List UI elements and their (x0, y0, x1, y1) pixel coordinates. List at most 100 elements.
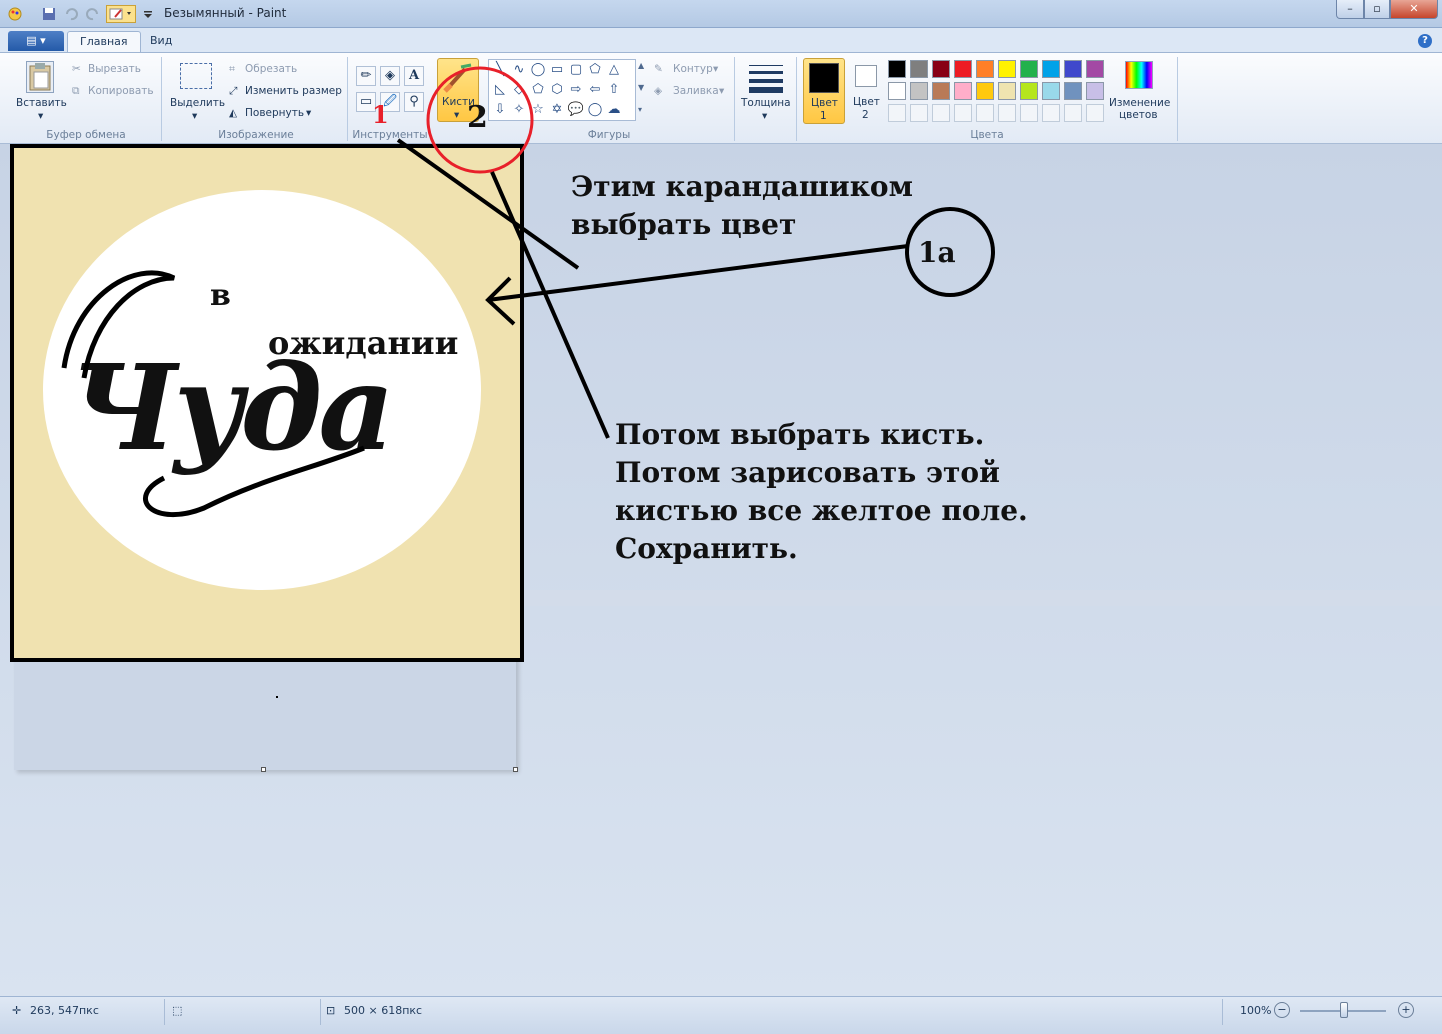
pasted-image[interactable]: в ожидании Чуда (10, 144, 524, 662)
palette-empty-swatch[interactable] (976, 104, 994, 122)
cut-button[interactable]: Вырезать (88, 63, 141, 75)
edit-colors-icon[interactable] (1125, 61, 1153, 89)
palette-empty-swatch[interactable] (1064, 104, 1082, 122)
rotate-dropdown-icon[interactable]: ▾ (306, 107, 311, 119)
quick-access-dropdown-icon[interactable] (140, 5, 158, 23)
palette-swatch[interactable] (1020, 82, 1038, 100)
rectangle-shape-icon[interactable]: ▭ (548, 61, 566, 79)
palette-empty-swatch[interactable] (998, 104, 1016, 122)
rotate-button[interactable]: Повернуть (245, 107, 304, 119)
size-dropdown-icon[interactable]: ▾ (762, 110, 767, 122)
paste-icon[interactable] (26, 61, 54, 93)
resize-handle-corner[interactable] (513, 767, 518, 772)
polygon-shape-icon[interactable]: ⬠ (586, 61, 604, 79)
four-point-star-shape-icon[interactable]: ✧ (510, 101, 528, 119)
arrow-left-shape-icon[interactable]: ⇦ (586, 81, 604, 99)
palette-swatch[interactable] (1042, 82, 1060, 100)
arrow-down-shape-icon[interactable]: ⇩ (491, 101, 509, 119)
shapes-scroll-up-icon[interactable]: ▲ (638, 61, 644, 70)
oval-shape-icon[interactable]: ◯ (529, 61, 547, 79)
palette-swatch[interactable] (976, 82, 994, 100)
brush-quick-access-icon[interactable] (106, 5, 136, 23)
palette-swatch[interactable] (910, 60, 928, 78)
text-tool-icon[interactable]: A (404, 66, 424, 86)
palette-swatch[interactable] (888, 60, 906, 78)
size-icon[interactable] (749, 63, 783, 93)
help-icon[interactable]: ? (1418, 34, 1432, 48)
triangle-shape-icon[interactable]: △ (605, 61, 623, 79)
fill-bucket-icon[interactable]: ◈ (380, 66, 400, 86)
callout-cloud-shape-icon[interactable]: ☁ (605, 101, 623, 119)
select-icon[interactable] (180, 63, 212, 89)
palette-empty-swatch[interactable] (954, 104, 972, 122)
outline-button[interactable]: Контур (673, 63, 713, 75)
color2-button[interactable]: Цвет 2 (848, 58, 884, 124)
five-point-star-shape-icon[interactable]: ☆ (529, 101, 547, 119)
size-button[interactable]: Толщина (741, 97, 791, 109)
fill-dropdown-icon[interactable]: ▾ (719, 85, 724, 97)
paste-button[interactable]: Вставить (16, 97, 67, 109)
magnifier-icon[interactable]: ⚲ (404, 92, 424, 112)
palette-swatch[interactable] (1064, 82, 1082, 100)
palette-empty-swatch[interactable] (1086, 104, 1104, 122)
palette-swatch[interactable] (1086, 60, 1104, 78)
palette-swatch[interactable] (888, 82, 906, 100)
palette-empty-swatch[interactable] (932, 104, 950, 122)
tab-home[interactable]: Главная (67, 31, 141, 52)
palette-empty-swatch[interactable] (1042, 104, 1060, 122)
undo-icon[interactable] (62, 5, 80, 23)
palette-empty-swatch[interactable] (888, 104, 906, 122)
pencil-icon[interactable]: ✏ (356, 66, 376, 86)
palette-swatch[interactable] (1064, 60, 1082, 78)
fill-button[interactable]: Заливка (673, 85, 719, 97)
crop-button[interactable]: Обрезать (245, 63, 297, 75)
palette-swatch[interactable] (1086, 82, 1104, 100)
rounded-rectangle-shape-icon[interactable]: ▢ (567, 61, 585, 79)
resize-button[interactable]: Изменить размер (245, 85, 342, 97)
copy-button[interactable]: Копировать (88, 85, 154, 97)
arrow-up-shape-icon[interactable]: ⇧ (605, 81, 623, 99)
palette-swatch[interactable] (910, 82, 928, 100)
palette-swatch[interactable] (998, 82, 1016, 100)
palette-swatch[interactable] (932, 82, 950, 100)
palette-swatch[interactable] (1020, 60, 1038, 78)
arrow-right-shape-icon[interactable]: ⇨ (567, 81, 585, 99)
color1-button[interactable]: Цвет 1 (803, 58, 845, 124)
select-dropdown-icon[interactable]: ▾ (192, 110, 197, 122)
maximize-button[interactable]: ▫ (1364, 0, 1390, 19)
pentagon-shape-icon[interactable]: ⬠ (529, 81, 547, 99)
paste-dropdown-icon[interactable]: ▾ (38, 110, 43, 122)
palette-empty-swatch[interactable] (910, 104, 928, 122)
paint-app-icon[interactable] (6, 5, 24, 23)
tab-view[interactable]: Вид (138, 31, 184, 52)
edit-colors-button[interactable]: Изменение (1109, 97, 1170, 109)
shapes-more-icon[interactable]: ▾ (638, 105, 642, 114)
select-button[interactable]: Выделить (170, 97, 225, 109)
zoom-out-button[interactable]: − (1274, 1002, 1290, 1018)
callout-rounded-shape-icon[interactable]: 💬 (567, 101, 585, 119)
callout-oval-shape-icon[interactable]: ◯ (586, 101, 604, 119)
palette-empty-swatch[interactable] (1020, 104, 1038, 122)
zoom-slider-thumb[interactable] (1340, 1002, 1348, 1018)
palette-swatch[interactable] (954, 60, 972, 78)
line-shape-icon[interactable]: ╲ (491, 61, 509, 79)
hexagon-shape-icon[interactable]: ⬡ (548, 81, 566, 99)
diamond-shape-icon[interactable]: ◇ (510, 81, 528, 99)
palette-swatch[interactable] (954, 82, 972, 100)
palette-swatch[interactable] (976, 60, 994, 78)
palette-swatch[interactable] (932, 60, 950, 78)
curve-shape-icon[interactable]: ∿ (510, 61, 528, 79)
palette-swatch[interactable] (1042, 60, 1060, 78)
save-icon[interactable] (40, 5, 58, 23)
right-triangle-shape-icon[interactable]: ◺ (491, 81, 509, 99)
zoom-in-button[interactable]: + (1398, 1002, 1414, 1018)
outline-dropdown-icon[interactable]: ▾ (713, 63, 718, 75)
redo-icon[interactable] (84, 5, 102, 23)
resize-handle-bottom[interactable] (261, 767, 266, 772)
shapes-scroll-down-icon[interactable]: ▼ (638, 83, 644, 92)
six-point-star-shape-icon[interactable]: ✡ (548, 101, 566, 119)
close-button[interactable]: ✕ (1390, 0, 1438, 19)
palette-swatch[interactable] (998, 60, 1016, 78)
app-menu-button[interactable]: ▤ ▾ (8, 31, 64, 51)
minimize-button[interactable]: – (1336, 0, 1364, 19)
